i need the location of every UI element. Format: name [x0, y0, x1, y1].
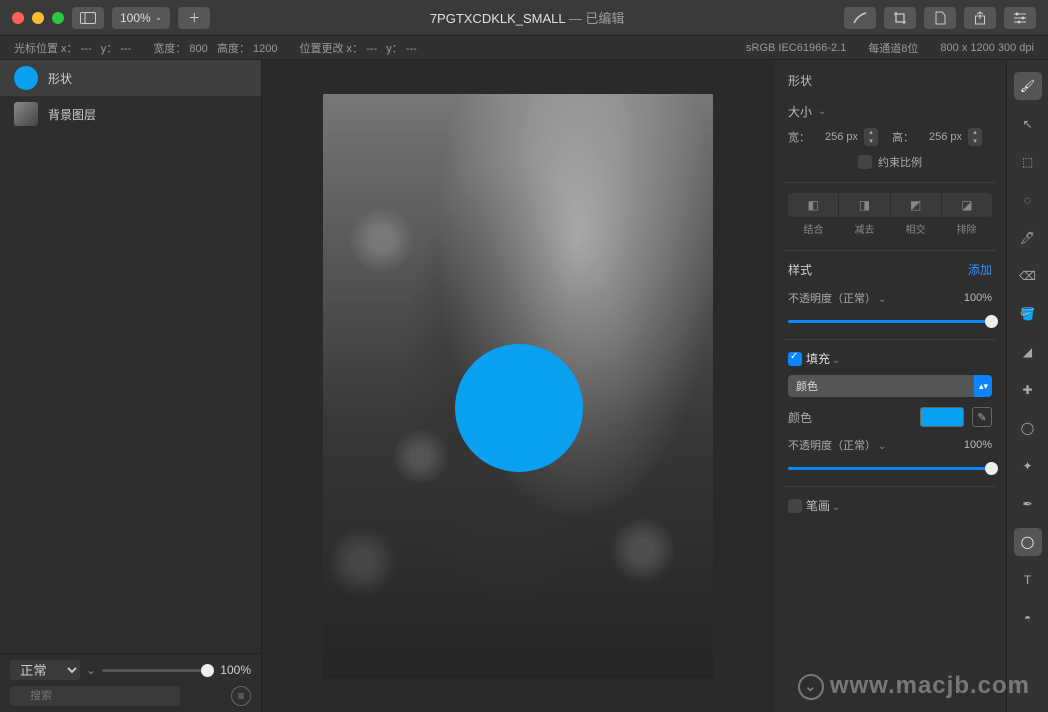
color-swatches-icon[interactable]: ◓	[1014, 604, 1042, 632]
document	[323, 94, 713, 679]
canvas-area[interactable]	[262, 60, 774, 712]
height-value[interactable]: 256 px	[918, 131, 964, 143]
fill-type-select[interactable]: 颜色▴▾	[788, 375, 992, 397]
gradient-tool-icon[interactable]: ◢	[1014, 338, 1042, 366]
shape-circle[interactable]	[455, 344, 583, 472]
sparkle-tool-icon[interactable]: ✦	[1014, 452, 1042, 480]
fill-opacity-slider[interactable]	[788, 467, 992, 470]
filter-layers-button[interactable]: ≡	[231, 686, 251, 706]
move-tool-icon[interactable]: ↖	[1014, 110, 1042, 138]
sidebar-toggle-button[interactable]	[72, 7, 104, 29]
opacity-value: 100%	[952, 292, 992, 304]
lasso-tool-icon[interactable]: ◌	[1014, 186, 1042, 214]
bool-subtract-button[interactable]: ◨	[839, 193, 890, 217]
constrain-checkbox[interactable]	[858, 155, 872, 169]
zoom-window-button[interactable]	[52, 12, 64, 24]
add-button[interactable]: ＋	[178, 7, 210, 29]
zoom-select[interactable]: 100%⌄	[112, 7, 170, 29]
shape-tool-icon[interactable]: ◯	[1014, 528, 1042, 556]
marquee-tool-icon[interactable]: ⬚	[1014, 148, 1042, 176]
layers-footer: 正常 ⌄ 100% 🔍 ≡	[0, 653, 261, 712]
eraser-tool-icon[interactable]: ⌫	[1014, 262, 1042, 290]
close-window-button[interactable]	[12, 12, 24, 24]
document-button[interactable]	[924, 7, 956, 29]
inspector-panel: 形状 大小 宽： 256 px 高： 256 px 约束比例 ◧ ◨ ◩ ◪ 结…	[774, 60, 1006, 712]
add-style-link[interactable]: 添加	[968, 261, 992, 278]
height-stepper[interactable]	[968, 128, 982, 146]
size-section-label[interactable]: 大小	[788, 103, 992, 120]
layer-row-shape[interactable]: 形状	[0, 60, 261, 96]
stroke-checkbox[interactable]	[788, 499, 802, 513]
bool-intersect-button[interactable]: ◩	[891, 193, 942, 217]
layers-panel: 形状 背景图层 正常 ⌄ 100% 🔍 ≡	[0, 60, 262, 712]
style-label: 样式	[788, 261, 812, 278]
opacity-label[interactable]: 不透明度（正常）	[788, 290, 944, 306]
clone-tool-icon[interactable]: ✚	[1014, 376, 1042, 404]
layer-name: 形状	[48, 70, 72, 87]
opacity-slider[interactable]	[788, 320, 992, 323]
background-thumb-icon	[14, 102, 38, 126]
blend-mode-select[interactable]: 正常	[10, 660, 80, 680]
bool-unite-button[interactable]: ◧	[788, 193, 839, 217]
width-stepper[interactable]	[864, 128, 878, 146]
layer-row-background[interactable]: 背景图层	[0, 96, 261, 132]
layer-opacity-value: 100%	[220, 663, 251, 677]
info-bar: 光标位置 x： --- y： --- 宽度： 800 高度： 1200 位置更改…	[0, 36, 1048, 60]
fill-color-swatch[interactable]	[920, 407, 964, 427]
bool-exclude-button[interactable]: ◪	[942, 193, 992, 217]
share-button[interactable]	[964, 7, 996, 29]
window-controls	[12, 12, 64, 24]
adjustments-button[interactable]	[1004, 7, 1036, 29]
fill-checkbox[interactable]	[788, 352, 802, 366]
boolean-ops: ◧ ◨ ◩ ◪	[788, 193, 992, 217]
style-tool-icon[interactable]: 🖌	[1014, 72, 1042, 100]
titlebar: 100%⌄ ＋ 7PGTXCDKLK_SMALL — 已编辑	[0, 0, 1048, 36]
layer-opacity-slider[interactable]	[102, 669, 214, 672]
layer-search-input[interactable]	[10, 686, 180, 706]
width-value[interactable]: 256 px	[814, 131, 860, 143]
tool-strip: 🖌 ↖ ⬚ ◌ 🖊 ⌫ 🪣 ◢ ✚ ◯ ✦ ✒ ◯ T ◓	[1006, 60, 1048, 712]
brush-tool-icon[interactable]: 🖊	[1014, 224, 1042, 252]
fill-opacity-label[interactable]: 不透明度（正常）	[788, 437, 944, 453]
text-tool-icon[interactable]: T	[1014, 566, 1042, 594]
layer-name: 背景图层	[48, 106, 96, 123]
crop-tool-button[interactable]	[884, 7, 916, 29]
color-picker-button[interactable]: ✎	[972, 407, 992, 427]
pen-tool-icon[interactable]: ✒	[1014, 490, 1042, 518]
brush-tool-button[interactable]	[844, 7, 876, 29]
shape-thumb-icon	[14, 66, 38, 90]
inspector-title: 形状	[788, 72, 992, 89]
document-title: 7PGTXCDKLK_SMALL — 已编辑	[218, 8, 836, 27]
fill-opacity-value: 100%	[952, 439, 992, 451]
blur-tool-icon[interactable]: ◯	[1014, 414, 1042, 442]
minimize-window-button[interactable]	[32, 12, 44, 24]
fill-tool-icon[interactable]: 🪣	[1014, 300, 1042, 328]
